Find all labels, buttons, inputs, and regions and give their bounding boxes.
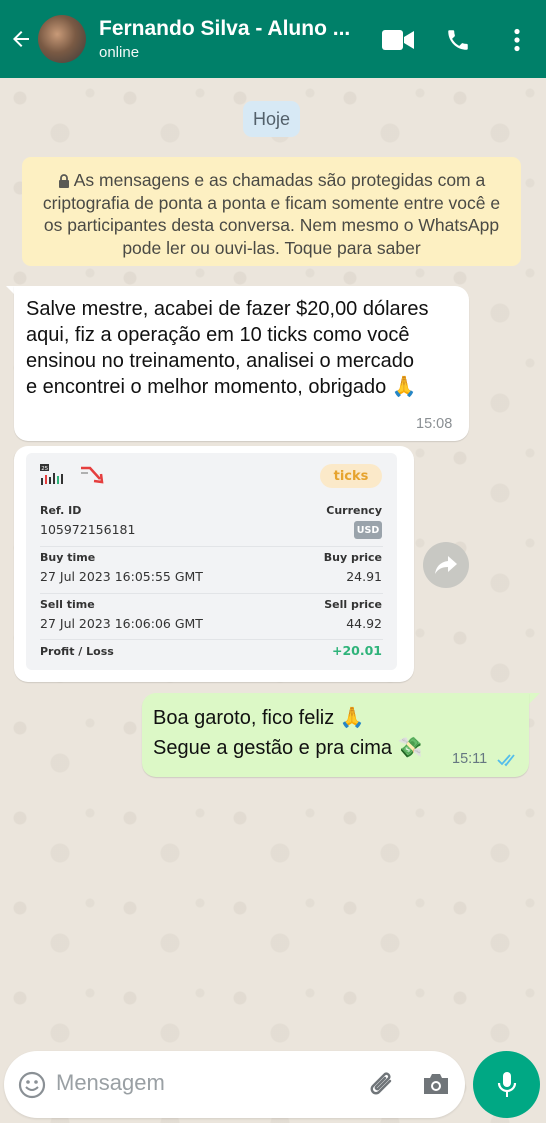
currency-label: Currency: [326, 504, 382, 517]
incoming-message[interactable]: Salve mestre, acabei de fazer $20,00 dól…: [14, 286, 469, 441]
ref-id-value: 105972156181: [40, 522, 136, 537]
message-input-bar: Mensagem: [4, 1051, 465, 1118]
logo-number: 25: [41, 466, 48, 472]
date-chip: Hoje: [243, 101, 300, 137]
currency-badge: USD: [354, 521, 382, 539]
avatar[interactable]: [38, 15, 86, 63]
divider: [40, 639, 383, 640]
message-input[interactable]: Mensagem: [56, 1070, 165, 1096]
ticks-logo-icon: 25: [40, 464, 63, 485]
buy-time-label: Buy time: [40, 551, 96, 564]
contact-status: online: [99, 44, 140, 61]
buy-price-label: Buy price: [323, 551, 382, 564]
encryption-notice-text: As mensagens e as chamadas são protegida…: [42, 170, 501, 258]
mic-button[interactable]: [473, 1051, 540, 1118]
contact-info[interactable]: Fernando Silva - Aluno ... online: [99, 17, 369, 61]
more-vert-icon: [514, 28, 520, 52]
outgoing-message[interactable]: Boa garoto, fico feliz 🙏 Segue a gestão …: [142, 693, 529, 777]
bubble-tail: [528, 693, 540, 705]
video-call-icon: [382, 30, 414, 50]
down-trend-icon: [81, 466, 104, 484]
contact-name: Fernando Silva - Aluno ...: [99, 17, 351, 40]
message-line: aqui, fiz a operação em 10 ticks como vo…: [26, 324, 410, 346]
forward-button[interactable]: [423, 542, 469, 588]
message-line: Boa garoto, fico feliz 🙏: [153, 707, 365, 729]
message-time: 15:08: [416, 416, 453, 432]
divider: [40, 593, 383, 594]
profit-value: +20.01: [331, 643, 382, 658]
message-line: e encontrei o melhor momento, obrigado 🙏: [26, 376, 417, 398]
sell-time-label: Sell time: [40, 598, 95, 611]
back-button[interactable]: [4, 0, 38, 78]
camera-icon[interactable]: [422, 1072, 450, 1096]
message-line: ensinou no treinamento, analisei o merca…: [26, 350, 415, 372]
message-line: Salve mestre, acabei de fazer $20,00 dól…: [26, 298, 429, 320]
attach-icon[interactable]: [368, 1069, 398, 1101]
message-line: Segue a gestão e pra cima 💸: [153, 737, 423, 759]
ticks-badge: ticks: [320, 464, 382, 488]
divider: [40, 546, 383, 547]
forward-icon: [435, 556, 457, 574]
message-text: Salve mestre, acabei de fazer $20,00 dól…: [26, 296, 466, 400]
menu-button[interactable]: [505, 24, 529, 56]
mic-icon: [497, 1071, 516, 1097]
sell-time-value: 27 Jul 2023 16:06:06 GMT: [40, 616, 203, 631]
profit-label: Profit / Loss: [40, 645, 114, 658]
voice-call-button[interactable]: [443, 24, 473, 56]
chat-header: Fernando Silva - Aluno ... online: [0, 0, 546, 78]
sell-price-label: Sell price: [324, 598, 382, 611]
emoji-icon[interactable]: [18, 1071, 46, 1099]
message-time: 15:11: [452, 751, 488, 767]
phone-icon: [448, 30, 468, 50]
buy-time-value: 27 Jul 2023 16:05:55 GMT: [40, 569, 203, 584]
ref-id-label: Ref. ID: [40, 504, 82, 517]
trade-receipt-image[interactable]: 25 ticks Ref. ID 105972156181 Currency U…: [26, 453, 397, 670]
message-text: Boa garoto, fico feliz 🙏 Segue a gestão …: [153, 705, 423, 761]
buy-price-value: 24.91: [346, 569, 382, 584]
sell-price-value: 44.92: [346, 616, 382, 631]
back-arrow-icon: [13, 31, 29, 47]
read-ticks-icon: [497, 754, 515, 767]
encryption-notice[interactable]: As mensagens e as chamadas são protegida…: [22, 157, 521, 266]
lock-icon: [58, 174, 69, 188]
video-call-button[interactable]: [381, 24, 415, 56]
